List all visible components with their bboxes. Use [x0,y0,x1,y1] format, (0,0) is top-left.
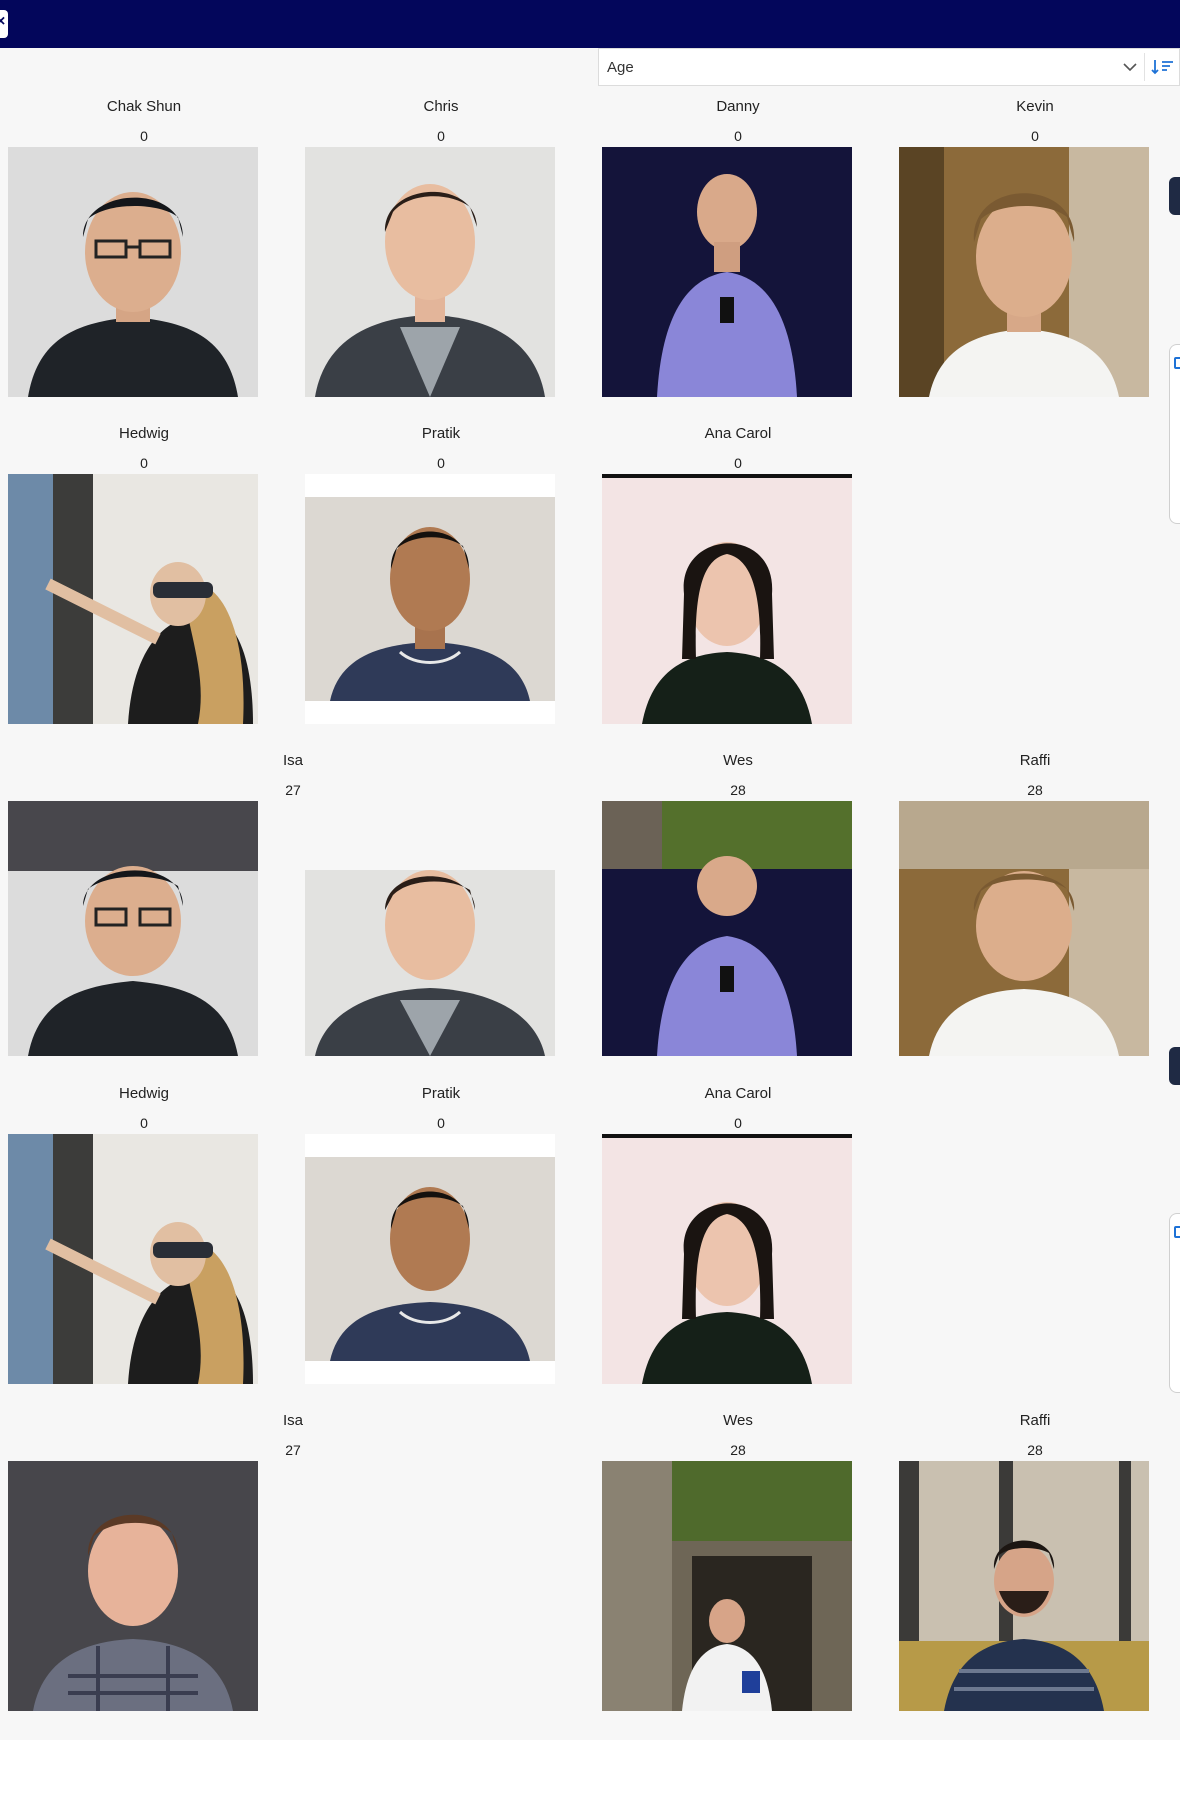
person-name: Hedwig [118,1085,170,1102]
person-age: 27 [285,1442,301,1458]
photo-chris[interactable] [305,870,555,1056]
sort-selected-value: Age [607,59,634,76]
sort-select[interactable]: Age [598,48,1180,86]
person-age: 28 [730,1442,746,1458]
close-button[interactable]: × [0,10,8,38]
person-name: Chris [423,98,459,115]
sort-divider [1144,53,1145,81]
person-age: 0 [140,128,148,144]
person-name: Hedwig [118,425,170,442]
photo-danny[interactable] [602,147,852,397]
person-name: Isa [282,1412,303,1429]
person-age: 0 [437,455,445,471]
photo-danny[interactable] [602,801,852,1056]
photo-kevin[interactable] [899,801,1149,1056]
person-age: 0 [140,1115,148,1131]
person-age: 27 [285,782,301,798]
person-name: Raffi [1019,752,1051,769]
photo-chak-shun[interactable] [8,801,258,1056]
person-name: Danny [716,98,760,115]
sort-descending-icon[interactable] [1149,55,1177,79]
person-name: Chak Shun [106,98,182,115]
photo-isa[interactable] [8,1461,258,1711]
person-name: Isa [282,752,303,769]
person-name: Wes [723,1412,753,1429]
person-age: 0 [1031,128,1039,144]
person-age: 0 [734,1115,742,1131]
photo-kevin[interactable] [899,147,1149,397]
person-name: Ana Carol [704,1085,772,1102]
photo-chris[interactable] [305,147,555,397]
edge-panel[interactable] [1169,1213,1180,1393]
photo-hedwig[interactable] [8,474,258,724]
person-name: Raffi [1019,1412,1051,1429]
person-name: Kevin [1016,98,1054,115]
close-icon: × [0,13,6,30]
person-name: Pratik [421,425,461,442]
photo-hedwig[interactable] [8,1134,258,1384]
photo-chak-shun[interactable] [8,147,258,397]
person-age: 0 [437,128,445,144]
edge-tab[interactable] [1169,1047,1180,1085]
person-age: 0 [437,1115,445,1131]
person-age: 0 [734,128,742,144]
edge-tab[interactable] [1169,177,1180,215]
photo-raffi[interactable] [899,1461,1149,1711]
person-name: Wes [723,752,753,769]
person-name: Ana Carol [704,425,772,442]
person-age: 28 [1027,782,1043,798]
photo-ana-carol[interactable] [602,474,852,724]
person-age: 28 [1027,1442,1043,1458]
photo-pratik[interactable] [305,1134,555,1384]
edge-panel[interactable] [1169,344,1180,524]
person-name: Pratik [421,1085,461,1102]
photo-ana-carol[interactable] [602,1134,852,1384]
person-age: 0 [734,455,742,471]
person-age: 0 [140,455,148,471]
chevron-down-icon [1123,63,1137,72]
photo-wes[interactable] [602,1461,852,1711]
top-bar [0,0,1180,48]
person-age: 28 [730,782,746,798]
photo-pratik[interactable] [305,474,555,724]
